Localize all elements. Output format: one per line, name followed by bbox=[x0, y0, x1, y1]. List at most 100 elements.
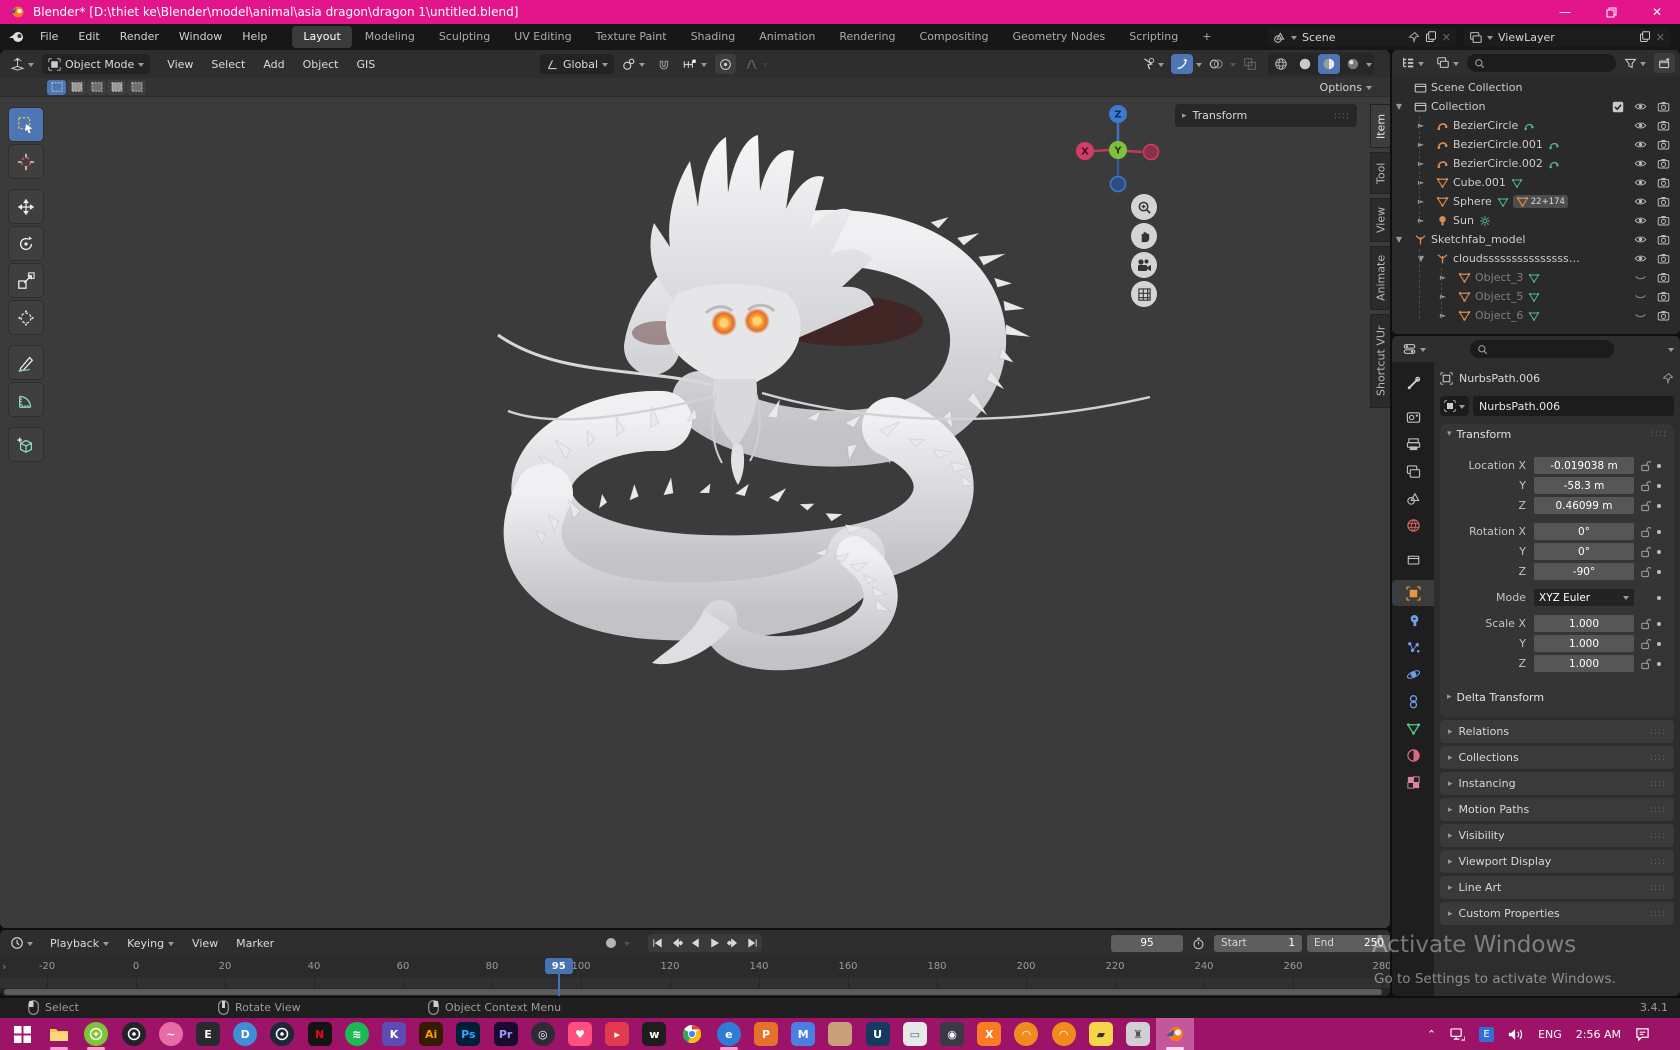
taskbar-icon-photoshop[interactable]: Ps bbox=[456, 1022, 480, 1046]
properties-tab-render[interactable] bbox=[1392, 404, 1434, 430]
navigation-gizmo[interactable]: Z X Y bbox=[1072, 104, 1164, 200]
select-mode-subtract[interactable] bbox=[87, 80, 106, 95]
gizmo-z-neg-axis[interactable] bbox=[1111, 177, 1126, 192]
animate-dot[interactable] bbox=[1657, 484, 1661, 488]
animate-dot[interactable] bbox=[1657, 642, 1661, 646]
new-viewlayer-icon[interactable] bbox=[1639, 31, 1651, 43]
animate-dot[interactable] bbox=[1657, 464, 1661, 468]
disclosure-closed-icon[interactable]: ► bbox=[1438, 311, 1448, 320]
playback-jump-start-button[interactable] bbox=[648, 934, 667, 952]
pivot-point-dropdown[interactable] bbox=[618, 54, 649, 74]
minimize-button[interactable]: — bbox=[1542, 0, 1588, 24]
taskbar-icon-display-settings[interactable]: ▭ bbox=[903, 1022, 927, 1046]
timeline-editor-type-button[interactable] bbox=[6, 933, 37, 953]
outliner-row[interactable]: Scene Collection bbox=[1392, 78, 1680, 97]
shading-dropdown-icon[interactable] bbox=[1366, 63, 1372, 70]
restore-button[interactable] bbox=[1588, 0, 1634, 24]
delta-transform-header[interactable]: ▸ Delta Transform bbox=[1440, 687, 1674, 707]
camera-icon[interactable] bbox=[1657, 157, 1670, 170]
scale-value-field[interactable]: 1.000 bbox=[1534, 615, 1634, 632]
timeline-menu-view[interactable]: View bbox=[183, 937, 227, 950]
disclosure-closed-icon[interactable]: ► bbox=[1416, 159, 1426, 168]
tool-measure[interactable] bbox=[8, 382, 44, 417]
tray-expand-icon[interactable]: ⌃ bbox=[1427, 1028, 1436, 1041]
taskbar-icon-heart-app[interactable]: ♥ bbox=[568, 1022, 592, 1046]
camera-icon[interactable] bbox=[1657, 176, 1670, 189]
outliner-row[interactable]: ▼Sketchfab_model bbox=[1392, 230, 1680, 249]
properties-tab-scene[interactable] bbox=[1392, 485, 1434, 511]
taskbar-icon-picsart[interactable]: P bbox=[754, 1022, 778, 1046]
sidebar-tab-item[interactable]: Item bbox=[1370, 104, 1390, 148]
eye-icon[interactable] bbox=[1634, 100, 1647, 113]
sidebar-tab-shortcut-vur[interactable]: Shortcut VUr bbox=[1370, 314, 1390, 408]
workspace-tab-texture-paint[interactable]: Texture Paint bbox=[585, 26, 678, 48]
transform-orientation-dropdown[interactable]: Global bbox=[540, 54, 614, 74]
rotation-value-field[interactable]: 0° bbox=[1534, 523, 1634, 540]
outliner-row[interactable]: ►Object_3 bbox=[1392, 268, 1680, 287]
workspace-tab--[interactable]: + bbox=[1191, 26, 1222, 48]
scale-value-field[interactable]: 1.000 bbox=[1534, 655, 1634, 672]
taskbar-icon-mascot-app-1[interactable]: ◠ bbox=[1014, 1022, 1038, 1046]
shading-rendered-button[interactable] bbox=[1342, 54, 1364, 74]
select-mode-set[interactable] bbox=[47, 80, 66, 95]
playback-next-key-button[interactable] bbox=[724, 934, 743, 952]
section-custom-properties[interactable]: ▸Custom Properties:::: bbox=[1440, 902, 1674, 925]
menu-window[interactable]: Window bbox=[169, 24, 232, 50]
timeline-track[interactable] bbox=[0, 978, 1390, 988]
outliner-filter-button[interactable] bbox=[1620, 53, 1650, 73]
timeline-menu-keying[interactable]: Keying bbox=[118, 937, 183, 950]
taskbar-icon-paint-app[interactable]: ~ bbox=[159, 1022, 183, 1046]
properties-search-input[interactable] bbox=[1470, 340, 1614, 358]
animate-dot[interactable] bbox=[1657, 622, 1661, 626]
properties-tab-material[interactable] bbox=[1392, 742, 1434, 768]
blender-app-icon[interactable] bbox=[8, 30, 26, 44]
playback-jump-end-button[interactable] bbox=[743, 934, 762, 952]
taskbar-icon-mascot-app-2[interactable]: ◠ bbox=[1052, 1022, 1076, 1046]
tool-cursor[interactable] bbox=[8, 144, 44, 179]
camera-icon[interactable] bbox=[1657, 233, 1670, 246]
workspace-tab-rendering[interactable]: Rendering bbox=[828, 26, 906, 48]
camera-icon[interactable] bbox=[1657, 119, 1670, 132]
properties-tab-particles[interactable] bbox=[1392, 634, 1434, 660]
clock[interactable]: 2:56 AM bbox=[1576, 1028, 1621, 1041]
xray-toggle[interactable] bbox=[1239, 54, 1261, 74]
taskbar-icon-media-disc[interactable] bbox=[84, 1022, 108, 1046]
properties-editor-type-button[interactable] bbox=[1398, 339, 1430, 359]
taskbar-icon-epic-games[interactable]: E bbox=[196, 1022, 220, 1046]
workspace-tab-animation[interactable]: Animation bbox=[748, 26, 826, 48]
outliner-row[interactable]: ►Sun bbox=[1392, 211, 1680, 230]
section-viewport-display[interactable]: ▸Viewport Display:::: bbox=[1440, 850, 1674, 873]
falloff-dropdown[interactable] bbox=[740, 54, 772, 74]
rotation-value-field[interactable]: 0° bbox=[1534, 543, 1634, 560]
taskbar-icon-netflix[interactable]: N bbox=[308, 1022, 332, 1046]
camera-icon[interactable] bbox=[1657, 290, 1670, 303]
frame-start-field[interactable]: Start 1 bbox=[1214, 935, 1302, 952]
outliner-editor-type-button[interactable] bbox=[1397, 53, 1428, 73]
camera-icon[interactable] bbox=[1657, 309, 1670, 322]
taskbar-icon-video-app[interactable]: ▸ bbox=[605, 1022, 629, 1046]
workspace-tab-geometry-nodes[interactable]: Geometry Nodes bbox=[1001, 26, 1116, 48]
viewlayer-selector[interactable]: ViewLayer ✕ bbox=[1464, 28, 1670, 47]
location-value-field[interactable]: -0.019038 m bbox=[1534, 457, 1634, 474]
disclosure-closed-icon[interactable]: ► bbox=[1416, 140, 1426, 149]
camera-icon[interactable] bbox=[1657, 100, 1670, 113]
zoom-button[interactable] bbox=[1131, 194, 1157, 220]
scale-value-field[interactable]: 1.000 bbox=[1534, 635, 1634, 652]
eye-closed-icon[interactable] bbox=[1634, 271, 1647, 284]
taskbar-icon-chrome[interactable] bbox=[680, 1022, 704, 1046]
taskbar-icon-file-explorer[interactable] bbox=[47, 1022, 71, 1046]
panel-grip[interactable]: :::: bbox=[1651, 430, 1667, 438]
properties-tab-physics[interactable] bbox=[1392, 661, 1434, 687]
workspace-tab-modeling[interactable]: Modeling bbox=[354, 26, 426, 48]
overlays-dropdown-icon[interactable] bbox=[1230, 63, 1236, 70]
taskbar-icon-notes-app[interactable]: ▰ bbox=[1089, 1022, 1113, 1046]
animate-dot[interactable] bbox=[1657, 662, 1661, 666]
camera-icon[interactable] bbox=[1657, 252, 1670, 265]
tool-rotate[interactable] bbox=[8, 226, 44, 261]
snap-toggle[interactable] bbox=[653, 54, 674, 74]
network-icon[interactable] bbox=[1450, 1028, 1465, 1041]
sidebar-tab-view[interactable]: View bbox=[1370, 198, 1390, 242]
section-motion-paths[interactable]: ▸Motion Paths:::: bbox=[1440, 798, 1674, 821]
menu-render[interactable]: Render bbox=[110, 24, 169, 50]
taskbar-icon-edge[interactable]: e bbox=[717, 1022, 741, 1046]
